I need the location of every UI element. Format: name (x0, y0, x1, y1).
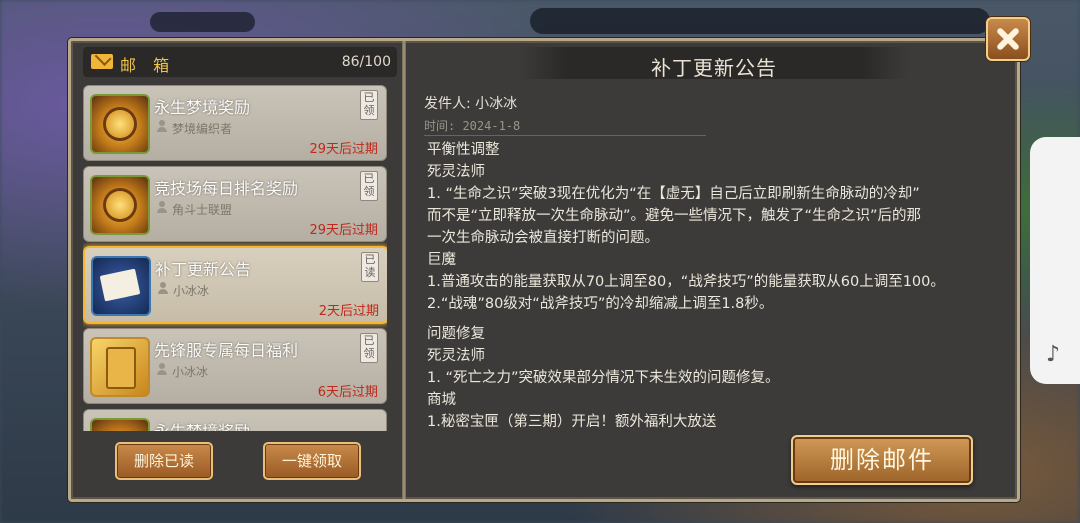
notice-line: 商城 (427, 392, 456, 408)
notice-line: 1. “生命之识”突破3现在优化为“在【虚无】自己后立即刷新生命脉动的冷却” (427, 186, 920, 202)
mail-envelope-icon (91, 54, 113, 69)
mail-item-sender: 梦境编织者 (172, 122, 233, 136)
mail-item-badge: 已领 (360, 333, 378, 363)
notice-line: 巨魔 (427, 252, 456, 268)
notice-body: 平衡性调整 死灵法师 1. “生命之识”突破3现在优化为“在【虚无】自己后立即刷… (427, 139, 1007, 433)
person-icon (156, 120, 168, 132)
notice-line: 一次生命脉动会被直接打断的问题。 (427, 230, 659, 246)
close-icon[interactable] (986, 17, 1030, 61)
notice-line: 而不是“立即释放一次生命脉动”。避免一些情况下，触发了“生命之识”后的那 (427, 208, 922, 224)
card-icon (90, 337, 150, 397)
mail-item-sender: 小冰冰 (172, 365, 209, 379)
mail-window: 邮 箱 86/100 永生梦境奖励 梦境编织者 29天后过期 已领 竞技场每日排… (68, 38, 1020, 502)
mail-item-expire: 29天后过期 (309, 142, 378, 157)
gold-bag-icon (90, 94, 150, 154)
claim-all-button[interactable]: 一键领取 (263, 442, 361, 480)
delete-mail-button[interactable]: 删除邮件 (791, 435, 973, 485)
mail-item[interactable]: 竞技场每日排名奖励 角斗士联盟 29天后过期 已领 (83, 166, 387, 242)
mail-item[interactable]: 永生梦境奖励 梦境编织者 29天后过期 已领 (83, 85, 387, 161)
mail-item-badge: 已领 (360, 171, 378, 201)
person-icon (157, 282, 169, 294)
person-icon (156, 201, 168, 213)
person-icon (156, 363, 168, 375)
mail-item-title: 先锋服专属每日福利 (154, 341, 299, 360)
notice-line: 死灵法师 (427, 164, 485, 180)
top-resource-bar (530, 8, 990, 34)
mail-count: 86/100 (341, 54, 391, 70)
mail-item-badge: 已领 (360, 90, 378, 120)
notice-line: 1.普通攻击的能量获取从70上调至80，“战斧技巧”的能量获取从60上调至100… (427, 274, 945, 290)
notice-line: 1. “死亡之力”突破效果部分情况下未生效的问题修复。 (427, 370, 780, 386)
mail-header: 邮 箱 86/100 (83, 47, 397, 77)
delete-read-button[interactable]: 删除已读 (115, 442, 213, 480)
mail-title: 邮 箱 (120, 56, 176, 75)
mail-item-expire: 2天后过期 (318, 304, 379, 319)
notice-line: 死灵法师 (427, 348, 485, 364)
mail-item-selected[interactable]: 补丁更新公告 小冰冰 2天后过期 已读 (83, 246, 387, 324)
envelope-icon (91, 256, 151, 316)
mail-item-expire: 6天后过期 (317, 385, 378, 400)
gold-bag-icon (90, 175, 150, 235)
mail-item[interactable]: 先锋服专属每日福利 小冰冰 6天后过期 已领 (83, 328, 387, 404)
notice-line: 平衡性调整 (427, 142, 500, 158)
mail-item-sender: 小冰冰 (173, 284, 210, 298)
notice-time: 时间: 2024-1-8 (424, 119, 521, 133)
separator (424, 135, 706, 136)
notice-title-bar: 补丁更新公告 (519, 47, 909, 80)
mail-item-title: 永生梦境奖励 (154, 98, 251, 117)
notice-title: 补丁更新公告 (651, 56, 777, 80)
notice-line: 1.秘密宝匣（第三期）开启！额外福利大放送 (427, 414, 717, 430)
gold-bag-icon (90, 418, 150, 431)
side-floating-panel: ♪ (1030, 137, 1080, 384)
mail-item-expire: 29天后过期 (309, 223, 378, 238)
mail-item-sender: 角斗士联盟 (172, 203, 233, 217)
notice-sender: 发件人: 小冰冰 (424, 96, 518, 112)
notice-line: 2.“战魂”80级对“战斧技巧”的冷却缩减上调至1.8秒。 (427, 296, 774, 312)
notice-line: 问题修复 (427, 326, 485, 342)
mail-item-title: 补丁更新公告 (155, 260, 252, 279)
top-left-bar (150, 12, 255, 32)
mail-item[interactable]: 永生梦境奖励 (83, 409, 387, 431)
notice-gap (427, 315, 1007, 323)
mail-item-badge: 已读 (361, 252, 379, 282)
music-note-icon[interactable]: ♪ (1046, 342, 1060, 367)
mail-item-title: 永生梦境奖励 (154, 418, 250, 431)
mail-item-title: 竞技场每日排名奖励 (154, 179, 299, 198)
pane-divider (402, 41, 406, 499)
mail-list[interactable]: 永生梦境奖励 梦境编织者 29天后过期 已领 竞技场每日排名奖励 角斗士联盟 2… (83, 85, 387, 431)
